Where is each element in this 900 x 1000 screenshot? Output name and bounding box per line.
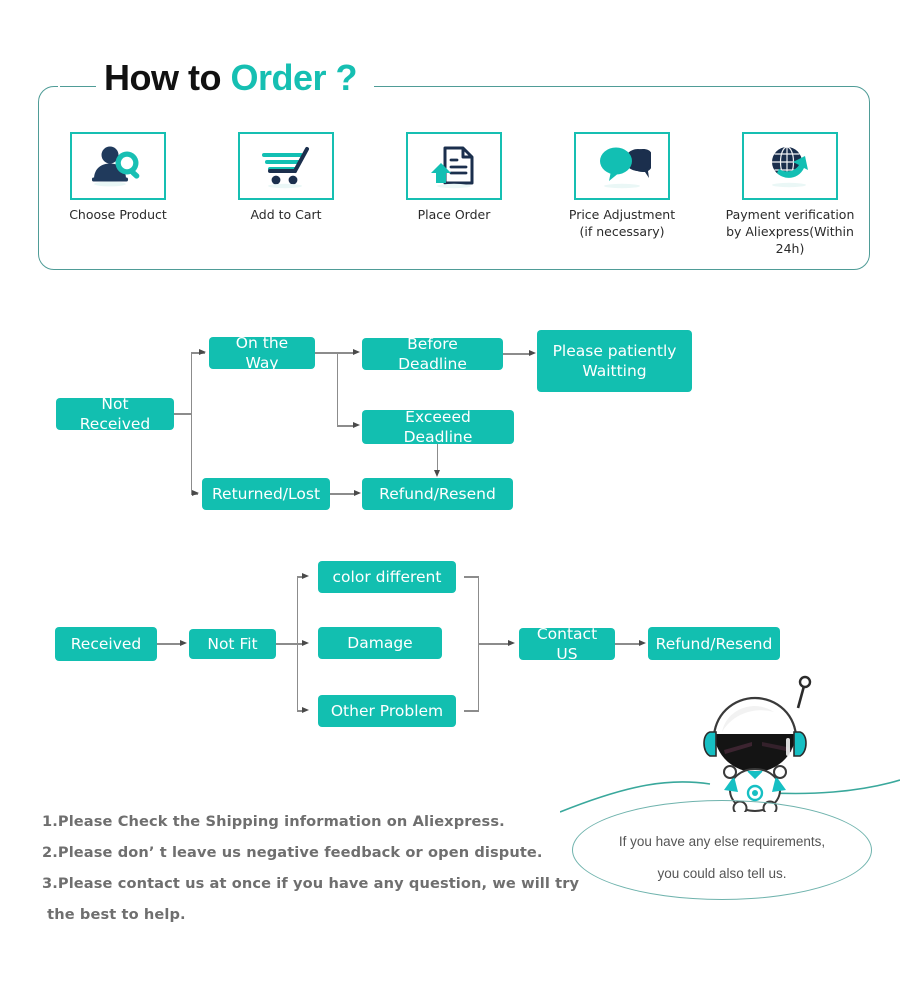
note-item: 1.Please Check the Shipping information … bbox=[42, 813, 505, 830]
note-item: 3.Please contact us at once if you have … bbox=[42, 875, 580, 892]
bubble-line1: If you have any else requirements, bbox=[618, 834, 826, 849]
node-returned-lost[interactable]: Returned/Lost bbox=[202, 478, 330, 510]
step-label: Price Adjustment (if necessary) bbox=[568, 207, 676, 239]
arrow-to-on-the-way bbox=[199, 348, 206, 355]
node-please-wait-line1: Please patiently bbox=[552, 342, 677, 360]
node-damage[interactable]: Damage bbox=[318, 627, 442, 659]
shopping-cart-icon bbox=[262, 147, 309, 189]
node-not-fit[interactable]: Not Fit bbox=[189, 629, 276, 659]
step-icon-box bbox=[70, 132, 166, 200]
step-label: Place Order bbox=[417, 207, 491, 222]
connector-to-exceed-deadline bbox=[337, 425, 354, 427]
node-before-deadline[interactable]: Before Deadline bbox=[362, 335, 503, 373]
page-title: How to Order ? bbox=[104, 56, 358, 100]
title-rule-left bbox=[60, 85, 96, 88]
step-icon-box bbox=[406, 132, 502, 200]
order-steps: Choose Product Add to Cart Place Order P… bbox=[38, 132, 870, 260]
arrow-to-not-fit bbox=[180, 639, 187, 646]
connector-notfit-out bbox=[276, 643, 298, 645]
connector-contactus-refund bbox=[615, 643, 640, 645]
arrow-to-contact-us bbox=[508, 639, 515, 646]
arrow-to-please-wait bbox=[529, 349, 536, 356]
connector-ontheway-down bbox=[337, 353, 339, 426]
node-other-problem[interactable]: Other Problem bbox=[318, 695, 456, 727]
step-add-to-cart: Add to Cart bbox=[206, 132, 366, 223]
bubble-line2: you could also tell us. bbox=[657, 866, 787, 881]
speech-bubbles-icon bbox=[600, 147, 651, 189]
connector-returned-refund bbox=[330, 493, 355, 495]
title-rule-right bbox=[374, 85, 496, 88]
connector-merge-top bbox=[464, 576, 479, 578]
arrow-to-refund-resend-2 bbox=[639, 639, 646, 646]
note-item: 2.Please don’ t leave us negative feedba… bbox=[42, 844, 543, 861]
node-please-wait[interactable]: Please patiently Waitting bbox=[537, 330, 692, 392]
connector-exceed-refund bbox=[437, 444, 439, 471]
node-color-different[interactable]: color different bbox=[318, 561, 456, 593]
connector-root-bracket bbox=[191, 353, 193, 494]
step-icon-box bbox=[238, 132, 334, 200]
page-title-part1: How to bbox=[104, 57, 221, 98]
connector-before-please bbox=[503, 353, 530, 355]
arrow-to-returned-lost bbox=[192, 489, 199, 496]
step-icon-box bbox=[742, 132, 838, 200]
infographic-page: How to Order ? Choose Product Add to Car… bbox=[0, 0, 900, 1000]
connector-root-out bbox=[174, 413, 192, 415]
step-label: Payment verification by Aliexpress(Withi… bbox=[725, 207, 855, 256]
astronaut-mascot bbox=[703, 675, 812, 812]
note-item: the best to help. bbox=[42, 906, 186, 923]
node-not-received[interactable]: Not Received bbox=[56, 395, 174, 433]
connector-received-notfit bbox=[157, 643, 181, 645]
node-received[interactable]: Received bbox=[55, 627, 157, 661]
globe-arrow-icon bbox=[772, 146, 808, 188]
requirements-bubble-text: If you have any else requirements, you c… bbox=[572, 826, 872, 890]
step-price-adjustment: Price Adjustment (if necessary) bbox=[542, 132, 702, 240]
arrow-to-exceed-deadline bbox=[353, 421, 360, 428]
node-refund-resend[interactable]: Refund/Resend bbox=[362, 478, 513, 510]
step-choose-product: Choose Product bbox=[38, 132, 198, 223]
arrow-to-other-problem bbox=[302, 706, 309, 713]
step-icon-box bbox=[574, 132, 670, 200]
notes-list: 1.Please Check the Shipping information … bbox=[42, 806, 602, 930]
connector-ontheway-before bbox=[315, 352, 354, 354]
person-search-icon bbox=[92, 146, 140, 187]
step-payment-verification: Payment verification by Aliexpress(Withi… bbox=[710, 132, 870, 257]
step-label: Choose Product bbox=[69, 207, 167, 222]
connector-merge-contactus bbox=[478, 643, 509, 645]
arrow-to-refund-resend-down bbox=[433, 470, 440, 477]
step-place-order: Place Order bbox=[374, 132, 534, 223]
node-refund-resend-2[interactable]: Refund/Resend bbox=[648, 627, 780, 660]
node-on-the-way[interactable]: On the Way bbox=[209, 334, 315, 372]
arrow-to-damage bbox=[302, 639, 309, 646]
page-title-part2: Order ? bbox=[230, 57, 358, 98]
connector-merge-bottom bbox=[464, 710, 479, 712]
node-contact-us[interactable]: Contact US bbox=[519, 625, 615, 663]
node-please-wait-line2: Waitting bbox=[582, 362, 647, 380]
arrow-to-before-deadline bbox=[353, 348, 360, 355]
node-exceed-deadline[interactable]: Exceeed Deadline bbox=[362, 408, 514, 446]
document-upload-icon bbox=[431, 146, 474, 189]
step-label: Add to Cart bbox=[250, 207, 322, 222]
arrow-to-color-different bbox=[302, 572, 309, 579]
arrow-to-refund-resend bbox=[354, 489, 361, 496]
